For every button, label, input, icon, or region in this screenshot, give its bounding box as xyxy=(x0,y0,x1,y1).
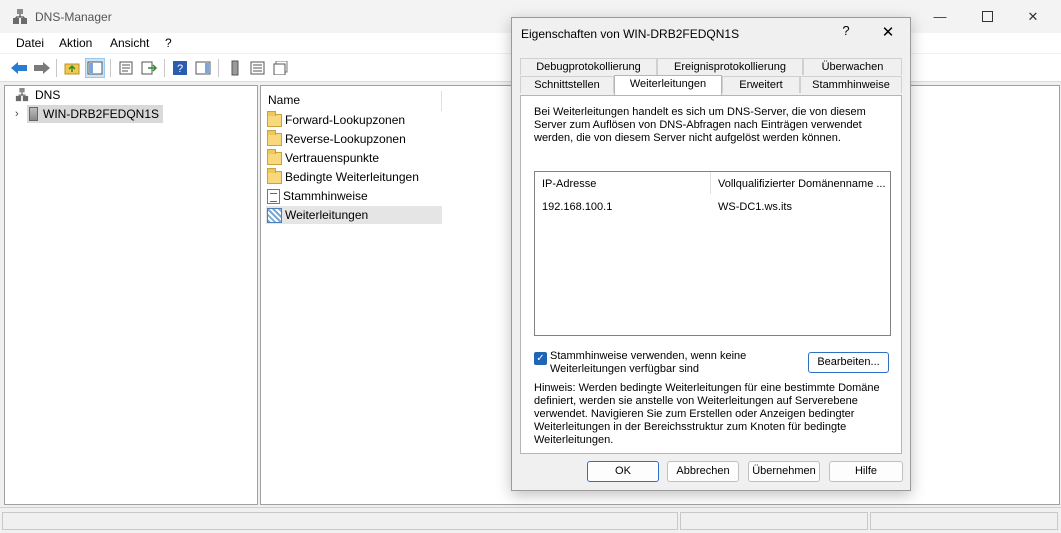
tree-root-dns[interactable]: DNS xyxy=(15,88,60,102)
minimize-icon: — xyxy=(933,9,947,24)
forward-arrow-icon xyxy=(34,62,50,74)
list-item-label: Weiterleitungen xyxy=(285,208,369,222)
dialog-help-icon[interactable]: ? xyxy=(836,23,856,43)
dialog-title: Eigenschaften von WIN-DRB2FEDQN1S xyxy=(521,27,740,41)
forwarders-table[interactable]: IP-Adresse Vollqualifizierter Domänennam… xyxy=(534,171,891,336)
help-button[interactable]: ? xyxy=(170,58,190,78)
chevron-right-icon[interactable]: › xyxy=(15,108,27,120)
help-icon: ? xyxy=(173,61,187,75)
minimize-button[interactable]: — xyxy=(917,0,963,33)
list-item[interactable]: Forward-Lookupzonen xyxy=(266,110,442,129)
tab-root-hints[interactable]: Stammhinweise xyxy=(800,76,902,93)
column-header-fqdn[interactable]: Vollqualifizierter Domänenname ... xyxy=(711,172,891,196)
status-cell xyxy=(870,512,1058,530)
list-item-label: Reverse-Lookupzonen xyxy=(285,132,406,146)
svg-text:?: ? xyxy=(177,63,183,75)
list-item-selected[interactable]: Weiterleitungen xyxy=(266,206,442,224)
menu-help[interactable]: ? xyxy=(165,36,172,50)
properties-icon xyxy=(119,61,133,75)
dns-manager-app-icon xyxy=(13,9,27,24)
use-root-hints-label[interactable]: Stammhinweise verwenden, wenn keine Weit… xyxy=(550,350,790,376)
dialog-close-icon[interactable]: ✕ xyxy=(878,23,898,43)
list-item-label: Forward-Lookupzonen xyxy=(285,113,406,127)
list-icon xyxy=(250,61,265,75)
menu-file[interactable]: Datei xyxy=(16,36,44,50)
help-dialog-button[interactable]: Hilfe xyxy=(829,461,903,482)
list-item[interactable]: Vertrauenspunkte xyxy=(266,148,442,167)
list-item-label: Vertrauenspunkte xyxy=(285,151,380,165)
back-button[interactable] xyxy=(9,58,29,78)
forwarders-tab-panel: Bei Weiterleitungen handelt es sich um D… xyxy=(520,95,902,454)
use-root-hints-checkbox[interactable]: ✓ xyxy=(534,352,547,365)
tab-interfaces[interactable]: Schnittstellen xyxy=(520,76,614,93)
dns-root-icon xyxy=(15,88,29,102)
tab-event-logging[interactable]: Ereignisprotokollierung xyxy=(657,58,803,75)
list-item[interactable]: Reverse-Lookupzonen xyxy=(266,129,442,148)
maximize-button[interactable] xyxy=(964,0,1010,33)
tree-root-label: DNS xyxy=(35,88,61,102)
toolbar-separator xyxy=(164,59,165,77)
console-tree-pane: DNS › WIN-DRB2FEDQN1S xyxy=(4,85,258,505)
forwarders-description: Bei Weiterleitungen handelt es sich um D… xyxy=(534,106,866,144)
edit-button[interactable]: Bearbeiten... xyxy=(808,352,889,373)
status-cell xyxy=(680,512,868,530)
tree-node-server[interactable]: › WIN-DRB2FEDQN1S xyxy=(15,105,165,123)
tree-node-server-selection: WIN-DRB2FEDQN1S xyxy=(27,105,164,123)
table-row-fqdn[interactable]: WS-DC1.ws.its xyxy=(718,201,792,213)
list-view-button[interactable] xyxy=(248,58,268,78)
apply-button[interactable]: Übernehmen xyxy=(748,461,820,482)
folder-icon xyxy=(267,167,282,184)
export-list-button[interactable] xyxy=(139,58,159,78)
menu-view[interactable]: Ansicht xyxy=(110,36,149,50)
records-icon xyxy=(273,61,288,75)
properties-button[interactable] xyxy=(116,58,136,78)
toolbar-separator xyxy=(218,59,219,77)
root-hints-icon xyxy=(267,188,280,204)
folder-icon xyxy=(267,110,282,127)
toolbar-separator xyxy=(110,59,111,77)
window-title: DNS-Manager xyxy=(35,10,112,24)
table-row-ip[interactable]: 192.168.100.1 xyxy=(542,201,612,213)
server-view-button[interactable] xyxy=(225,58,245,78)
toolbar-separator xyxy=(56,59,57,77)
hint-text: Hinweis: Werden bedingte Weiterleitungen… xyxy=(534,382,880,446)
tree-node-server-label: WIN-DRB2FEDQN1S xyxy=(43,107,160,121)
folder-icon xyxy=(267,148,282,165)
column-header-name[interactable]: Name xyxy=(268,91,442,111)
tab-forwarders[interactable]: Weiterleitungen xyxy=(614,75,722,95)
tab-advanced[interactable]: Erweitert xyxy=(722,76,800,93)
list-item[interactable]: Stammhinweise xyxy=(266,187,442,205)
menu-action[interactable]: Aktion xyxy=(59,36,92,50)
folder-up-icon xyxy=(64,63,80,75)
list-item-label: Stammhinweise xyxy=(283,189,368,203)
cancel-button[interactable]: Abbrechen xyxy=(667,461,739,482)
folder-icon xyxy=(267,129,282,146)
ok-button[interactable]: OK xyxy=(587,461,659,482)
column-header-label: Name xyxy=(268,93,301,107)
up-level-button[interactable] xyxy=(62,58,82,78)
forwarders-icon xyxy=(267,207,282,223)
properties-dialog: Eigenschaften von WIN-DRB2FEDQN1S ? ✕ De… xyxy=(511,17,911,491)
console-tree-icon xyxy=(87,61,103,75)
status-cell xyxy=(2,512,678,530)
close-window-button[interactable]: ✕ xyxy=(1010,0,1056,33)
show-tree-button[interactable] xyxy=(85,58,105,78)
list-item-label: Bedingte Weiterleitungen xyxy=(285,170,419,184)
server-icon xyxy=(29,107,38,121)
tab-monitoring[interactable]: Überwachen xyxy=(803,58,902,75)
server-icon xyxy=(231,60,239,76)
back-arrow-icon xyxy=(11,62,27,74)
tab-debug-logging[interactable]: Debugprotokollierung xyxy=(520,58,657,75)
status-bar xyxy=(0,507,1061,533)
show-action-pane-button[interactable] xyxy=(193,58,213,78)
maximize-icon xyxy=(981,11,993,22)
column-header-ip[interactable]: IP-Adresse xyxy=(535,172,710,196)
list-item[interactable]: Bedingte Weiterleitungen xyxy=(266,167,442,186)
export-icon xyxy=(141,61,157,75)
close-icon: ✕ xyxy=(1027,8,1039,24)
records-view-button[interactable] xyxy=(271,58,291,78)
action-pane-icon xyxy=(195,61,211,75)
forward-button[interactable] xyxy=(32,58,52,78)
checkmark-icon: ✓ xyxy=(536,353,545,364)
